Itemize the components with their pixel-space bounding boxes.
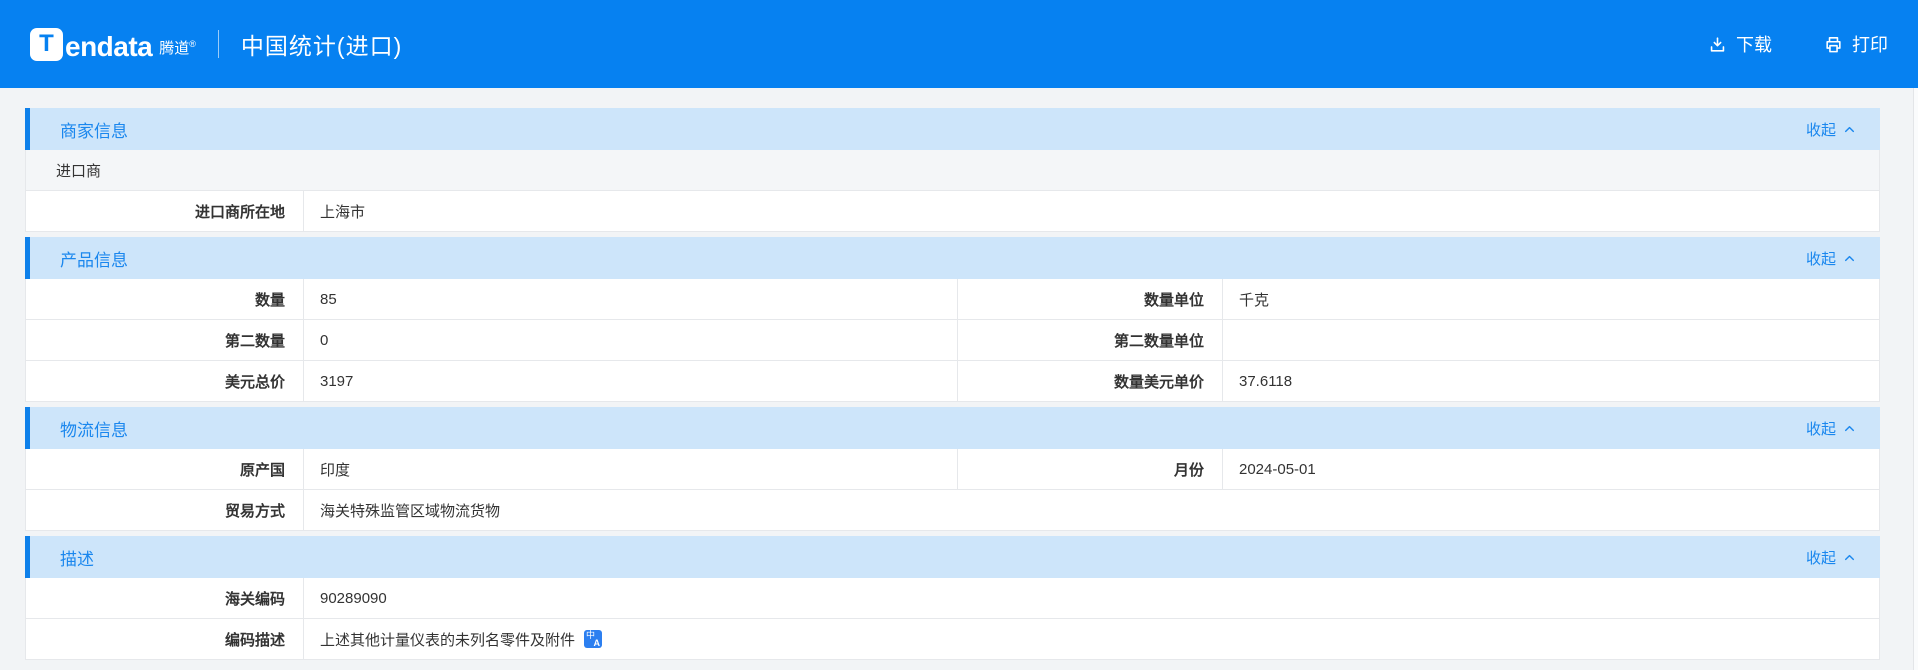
second-quantity-label: 第二数量 xyxy=(224,332,285,350)
header-actions: 下载 打印 xyxy=(1708,31,1888,57)
logo-wordmark: endata xyxy=(65,30,153,62)
product-info-header: 产品信息 收起 xyxy=(25,237,1880,279)
section-title: 描述 xyxy=(60,549,94,569)
app-header: T endata 腾道® 中国统计(进口) 下载 打印 xyxy=(0,0,1918,88)
description-header: 描述 收起 xyxy=(25,536,1880,578)
section-title: 物流信息 xyxy=(60,420,128,440)
section-description: 描述 收起 海关编码 90289090 编码描述 上述其他计量仪表的未列名零件及… xyxy=(25,536,1880,660)
origin-country-label: 原产国 xyxy=(239,461,285,479)
scrollbar[interactable] xyxy=(1913,88,1918,670)
registered-mark: ® xyxy=(189,39,196,49)
merchant-info-header: 商家信息 收起 xyxy=(25,108,1880,150)
header-divider xyxy=(217,30,219,58)
collapse-label: 收起 xyxy=(1805,549,1836,567)
chevron-up-icon xyxy=(1845,554,1854,560)
section-product-info: 产品信息 收起 数量 85 数量单位 千克 第二数量 0 第二数量单位 美元总价… xyxy=(25,237,1880,402)
hs-description-row: 编码描述 上述其他计量仪表的未列名零件及附件 中 A xyxy=(25,619,1880,660)
quantity-row: 数量 85 数量单位 千克 xyxy=(25,279,1880,320)
collapse-toggle[interactable]: 收起 xyxy=(1806,248,1856,269)
collapse-label: 收起 xyxy=(1805,121,1836,139)
logo-chinese-text: 腾道 xyxy=(159,40,190,57)
month-label: 月份 xyxy=(957,449,1222,489)
hs-code-value: 90289090 xyxy=(303,578,1879,618)
download-button[interactable]: 下载 xyxy=(1708,31,1772,57)
usd-unit-price-value: 37.6118 xyxy=(1222,361,1879,401)
hs-description-value: 上述其他计量仪表的未列名零件及附件 xyxy=(320,631,576,649)
printer-icon xyxy=(1826,36,1841,52)
collapse-label: 收起 xyxy=(1805,250,1836,268)
importer-location-value: 上海市 xyxy=(303,191,1879,231)
importer-row: 进口商 xyxy=(25,150,1880,191)
tendata-logo[interactable]: T endata 腾道® xyxy=(30,27,196,62)
second-quantity-value: 0 xyxy=(303,320,957,360)
second-quantity-unit-label: 第二数量单位 xyxy=(957,320,1222,360)
hs-code-label: 海关编码 xyxy=(224,590,285,608)
quantity-value: 85 xyxy=(303,279,957,319)
section-title: 商家信息 xyxy=(60,121,128,141)
chevron-up-icon xyxy=(1845,126,1854,132)
hs-description-cell: 上述其他计量仪表的未列名零件及附件 中 A xyxy=(303,619,1879,659)
origin-country-value: 印度 xyxy=(303,449,957,489)
quantity-unit-value: 千克 xyxy=(1222,279,1879,319)
trade-mode-value: 海关特殊监管区域物流货物 xyxy=(303,490,1879,530)
collapse-toggle[interactable]: 收起 xyxy=(1806,119,1856,140)
importer-location-label: 进口商所在地 xyxy=(194,203,285,221)
importer-location-row: 进口商所在地 上海市 xyxy=(25,191,1880,232)
trade-mode-row: 贸易方式 海关特殊监管区域物流货物 xyxy=(25,490,1880,531)
hs-description-label: 编码描述 xyxy=(224,631,285,649)
logo-glyph: T xyxy=(39,30,54,57)
logistics-info-header: 物流信息 收起 xyxy=(25,407,1880,449)
second-quantity-row: 第二数量 0 第二数量单位 xyxy=(25,320,1880,361)
print-button[interactable]: 打印 xyxy=(1824,31,1888,57)
hs-code-row: 海关编码 90289090 xyxy=(25,578,1880,619)
month-value: 2024-05-01 xyxy=(1222,449,1879,489)
usd-total-value: 3197 xyxy=(303,361,957,401)
record-detail: 商家信息 收起 进口商 进口商所在地 上海市 产品信息 收起 数量 85 数量单… xyxy=(25,108,1880,660)
usd-total-label: 美元总价 xyxy=(224,373,285,391)
section-merchant-info: 商家信息 收起 进口商 进口商所在地 上海市 xyxy=(25,108,1880,232)
collapse-toggle[interactable]: 收起 xyxy=(1806,547,1856,568)
collapse-toggle[interactable]: 收起 xyxy=(1806,418,1856,439)
trade-mode-label: 贸易方式 xyxy=(224,502,285,520)
usd-total-row: 美元总价 3197 数量美元单价 37.6118 xyxy=(25,361,1880,402)
usd-unit-price-label: 数量美元单价 xyxy=(957,361,1222,401)
page-title: 中国统计(进口) xyxy=(240,33,403,59)
download-icon xyxy=(1710,36,1725,52)
second-quantity-unit-value xyxy=(1222,320,1879,360)
chevron-up-icon xyxy=(1845,255,1854,261)
section-title: 产品信息 xyxy=(60,250,128,270)
logo-chinese-name: 腾道® xyxy=(159,38,196,61)
print-label: 打印 xyxy=(1852,35,1888,55)
tendata-logo-icon: T xyxy=(30,27,63,61)
origin-country-row: 原产国 印度 月份 2024-05-01 xyxy=(25,449,1880,490)
section-logistics-info: 物流信息 收起 原产国 印度 月份 2024-05-01 贸易方式 海关特殊监管… xyxy=(25,407,1880,531)
chevron-up-icon xyxy=(1845,425,1854,431)
importer-label: 进口商 xyxy=(56,162,102,180)
translate-icon[interactable]: 中 A xyxy=(584,630,603,648)
download-label: 下载 xyxy=(1736,35,1772,55)
quantity-unit-label: 数量单位 xyxy=(957,279,1222,319)
collapse-label: 收起 xyxy=(1805,420,1836,438)
quantity-label: 数量 xyxy=(254,291,285,309)
